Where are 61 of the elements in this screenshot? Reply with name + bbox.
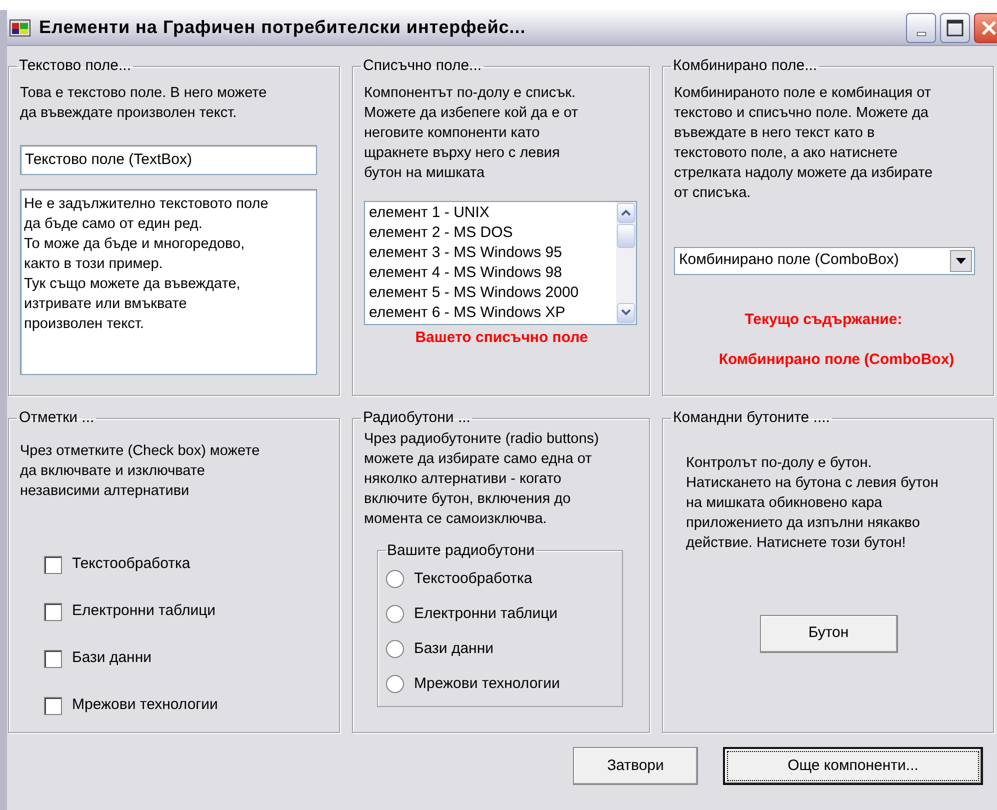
radio-button[interactable] bbox=[386, 570, 404, 588]
description-text: Чрез отметките (Check box) можете да включвате и изключвате независими алтернативи bbox=[20, 442, 261, 500]
checkbox-label: Текстообработка bbox=[72, 554, 190, 574]
radio-button[interactable] bbox=[386, 640, 404, 658]
combo-box[interactable]: Комбинирано поле (ComboBox) bbox=[674, 246, 975, 274]
group-title: Списъчно поле... bbox=[362, 58, 483, 74]
minimize-button[interactable] bbox=[906, 12, 936, 42]
radio-label: Бази данни bbox=[414, 638, 494, 659]
current-content-value: Комбинирано поле (ComboBox) bbox=[718, 350, 956, 370]
chevron-up-icon bbox=[621, 209, 631, 216]
window-title: Елементи на Графичен потребителски интерфейс... bbox=[39, 16, 526, 39]
dropdown-button[interactable] bbox=[950, 250, 972, 272]
group-title: Отметки ... bbox=[18, 410, 96, 426]
radio-button[interactable] bbox=[386, 675, 404, 693]
text-field[interactable]: Текстово поле (TextBox) bbox=[20, 144, 317, 175]
group-title: Текстово поле... bbox=[18, 58, 132, 74]
description-text: Компонентът по-долу е списък. Можете да избепеге кой да е от неговите компоненти като щракнете върху него с левия бутон на мишката bbox=[364, 84, 580, 182]
multiline-text-field[interactable]: Не е задължително текстовото поле да бъде само от един ред. То може да бъде и многоредово, както в този пример. Тук също можете да въвеждате, изтривате или вмъквате произволен текст. bbox=[20, 189, 317, 375]
minimize-icon bbox=[916, 32, 926, 36]
description-text: Чрез радиобутоните (radio buttons) можете да избирате само една от няколко алтернативи - когато включите бутон, включения до момента се самоизключва. bbox=[364, 430, 600, 528]
caption-text: Вашето списъчно поле bbox=[414, 328, 589, 348]
group-title: Командни бутоните .... bbox=[672, 410, 831, 426]
list-item[interactable]: елемент 3 - MS Windows 95 bbox=[369, 242, 612, 262]
scroll-up-button[interactable] bbox=[617, 202, 635, 222]
close-button[interactable] bbox=[974, 12, 997, 42]
scroll-thumb[interactable] bbox=[617, 224, 635, 248]
description-text: Комбинираното поле е комбинация от текстово и списъчно поле. Можете да въвеждате в него текст като в текстовото поле, а ако натиснете стрелката надолу можете да избирате от списъка. bbox=[674, 84, 934, 202]
maximize-button[interactable] bbox=[940, 12, 970, 42]
checkbox[interactable] bbox=[44, 556, 62, 574]
radio-button[interactable] bbox=[386, 605, 404, 623]
checkbox[interactable] bbox=[44, 602, 62, 620]
description-text: Това е текстово поле. В него можете да въвеждате произволен текст. bbox=[20, 84, 268, 122]
dialog-button[interactable]: Затвори bbox=[573, 747, 698, 785]
close-icon bbox=[981, 20, 997, 36]
caret-down-icon bbox=[956, 258, 966, 264]
chevron-down-icon bbox=[621, 309, 631, 316]
maximize-icon bbox=[946, 18, 964, 36]
list-item[interactable]: елемент 6 - MS Windows XP bbox=[369, 302, 612, 322]
description-text: Контролът по-долу е бутон. Натискането на бутона с левия бутон на мишката обикновено кара приложението да изпълни някакво действие. Натиснете този бутон! bbox=[686, 454, 940, 552]
group-title: Вашите радиобутони bbox=[386, 542, 536, 559]
checkbox-label: Електронни таблици bbox=[72, 601, 216, 622]
list-item[interactable]: елемент 5 - MS Windows 2000 bbox=[369, 282, 612, 302]
list-item[interactable]: елемент 1 - UNIX bbox=[369, 202, 612, 222]
checkbox[interactable] bbox=[44, 650, 62, 668]
list-item[interactable]: елемент 4 - MS Windows 98 bbox=[369, 262, 612, 282]
group-title: Радиобутони ... bbox=[362, 410, 472, 426]
scroll-down-button[interactable] bbox=[617, 302, 635, 322]
group-title: Комбинирано поле... bbox=[672, 58, 818, 74]
checkbox-label: Мрежови технологии bbox=[72, 695, 218, 716]
radio-label: Текстообработка bbox=[414, 568, 532, 589]
dialog-button[interactable]: Още компоненти... bbox=[723, 747, 983, 785]
combo-value: Комбинирано поле (ComboBox) bbox=[679, 250, 899, 270]
scrollbar[interactable] bbox=[616, 202, 636, 324]
radio-label: Мрежови технологии bbox=[414, 674, 560, 694]
checkbox[interactable] bbox=[44, 696, 62, 714]
radio-label: Електронни таблици bbox=[414, 604, 558, 624]
action-button[interactable]: Бутон bbox=[760, 614, 898, 652]
app-icon bbox=[9, 16, 33, 38]
current-content-label: Текущо съдържание: bbox=[744, 310, 904, 330]
checkbox-label: Бази данни bbox=[72, 648, 152, 668]
list-item[interactable]: елемент 2 - MS DOS bbox=[369, 222, 612, 242]
